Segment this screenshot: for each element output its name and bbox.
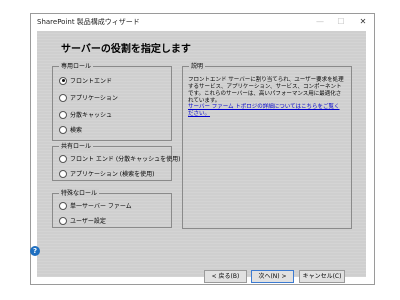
dedicated-roles-legend: 専用ロール	[59, 62, 94, 71]
radio-label: 検索	[70, 127, 83, 134]
page-title: サーバーの役割を指定します	[61, 44, 191, 55]
radio-front-end[interactable]: フロントエンド	[59, 76, 112, 85]
radio-application-with-search[interactable]: アプリケーション (検索を使用)	[59, 169, 154, 178]
maximize-icon[interactable]: ☐	[334, 16, 348, 28]
radio-search[interactable]: 検索	[59, 125, 82, 134]
radio-button[interactable]	[59, 169, 67, 178]
radio-distributed-cache[interactable]: 分散キャッシュ	[59, 110, 112, 119]
shared-roles-group: 共有ロール フロント エンド (分散キャッシュを使用) アプリケーション (検索…	[52, 142, 181, 181]
help-icon[interactable]: ?	[30, 246, 40, 256]
radio-button[interactable]	[59, 201, 67, 210]
radio-button-selected[interactable]	[59, 76, 67, 85]
radio-label: 単一サーバー ファーム	[70, 203, 132, 210]
radio-application[interactable]: アプリケーション	[59, 93, 118, 102]
dedicated-roles-group: 専用ロール フロントエンド アプリケーション 分散キャッシュ 検索	[52, 62, 172, 141]
cancel-button[interactable]: キャンセル(C)	[299, 270, 345, 283]
radio-button[interactable]	[59, 110, 67, 119]
radio-button[interactable]	[59, 216, 67, 225]
radio-label: ユーザー設定	[70, 218, 106, 225]
description-group: 説明 フロントエンド サーバーに割り当てられ、ユーザー要求を処理するサービス、ア…	[182, 62, 352, 229]
special-roles-group: 特殊なロール 単一サーバー ファーム ユーザー設定	[52, 189, 172, 228]
topology-help-link[interactable]: サーバー ファーム トポロジの詳細についてはこちらをご覧ください。	[188, 104, 344, 118]
description-legend: 説明	[189, 62, 206, 71]
next-button[interactable]: 次へ(N) >	[251, 270, 294, 283]
description-text: フロントエンド サーバーに割り当てられ、ユーザー要求を処理するサービス、アプリケ…	[188, 77, 344, 104]
radio-button[interactable]	[59, 93, 67, 102]
title-bar: SharePoint 製品構成ウィザード — ☐ ✕	[31, 14, 374, 31]
radio-single-server-farm[interactable]: 単一サーバー ファーム	[59, 201, 132, 210]
radio-button[interactable]	[59, 125, 67, 134]
radio-custom[interactable]: ユーザー設定	[59, 216, 106, 225]
back-button[interactable]: < 戻る(B)	[204, 270, 247, 283]
window-title: SharePoint 製品構成ウィザード	[37, 18, 140, 26]
shared-roles-legend: 共有ロール	[59, 142, 94, 151]
minimize-icon[interactable]: —	[313, 16, 327, 28]
radio-label: フロントエンド	[70, 78, 113, 85]
radio-label: 分散キャッシュ	[70, 112, 113, 119]
radio-label: アプリケーション	[70, 95, 118, 102]
radio-button[interactable]	[59, 154, 67, 163]
radio-label: フロント エンド (分散キャッシュを使用)	[70, 156, 181, 163]
radio-front-end-with-cache[interactable]: フロント エンド (分散キャッシュを使用)	[59, 154, 181, 163]
radio-label: アプリケーション (検索を使用)	[70, 171, 155, 178]
close-icon[interactable]: ✕	[356, 16, 370, 28]
special-roles-legend: 特殊なロール	[59, 189, 100, 198]
